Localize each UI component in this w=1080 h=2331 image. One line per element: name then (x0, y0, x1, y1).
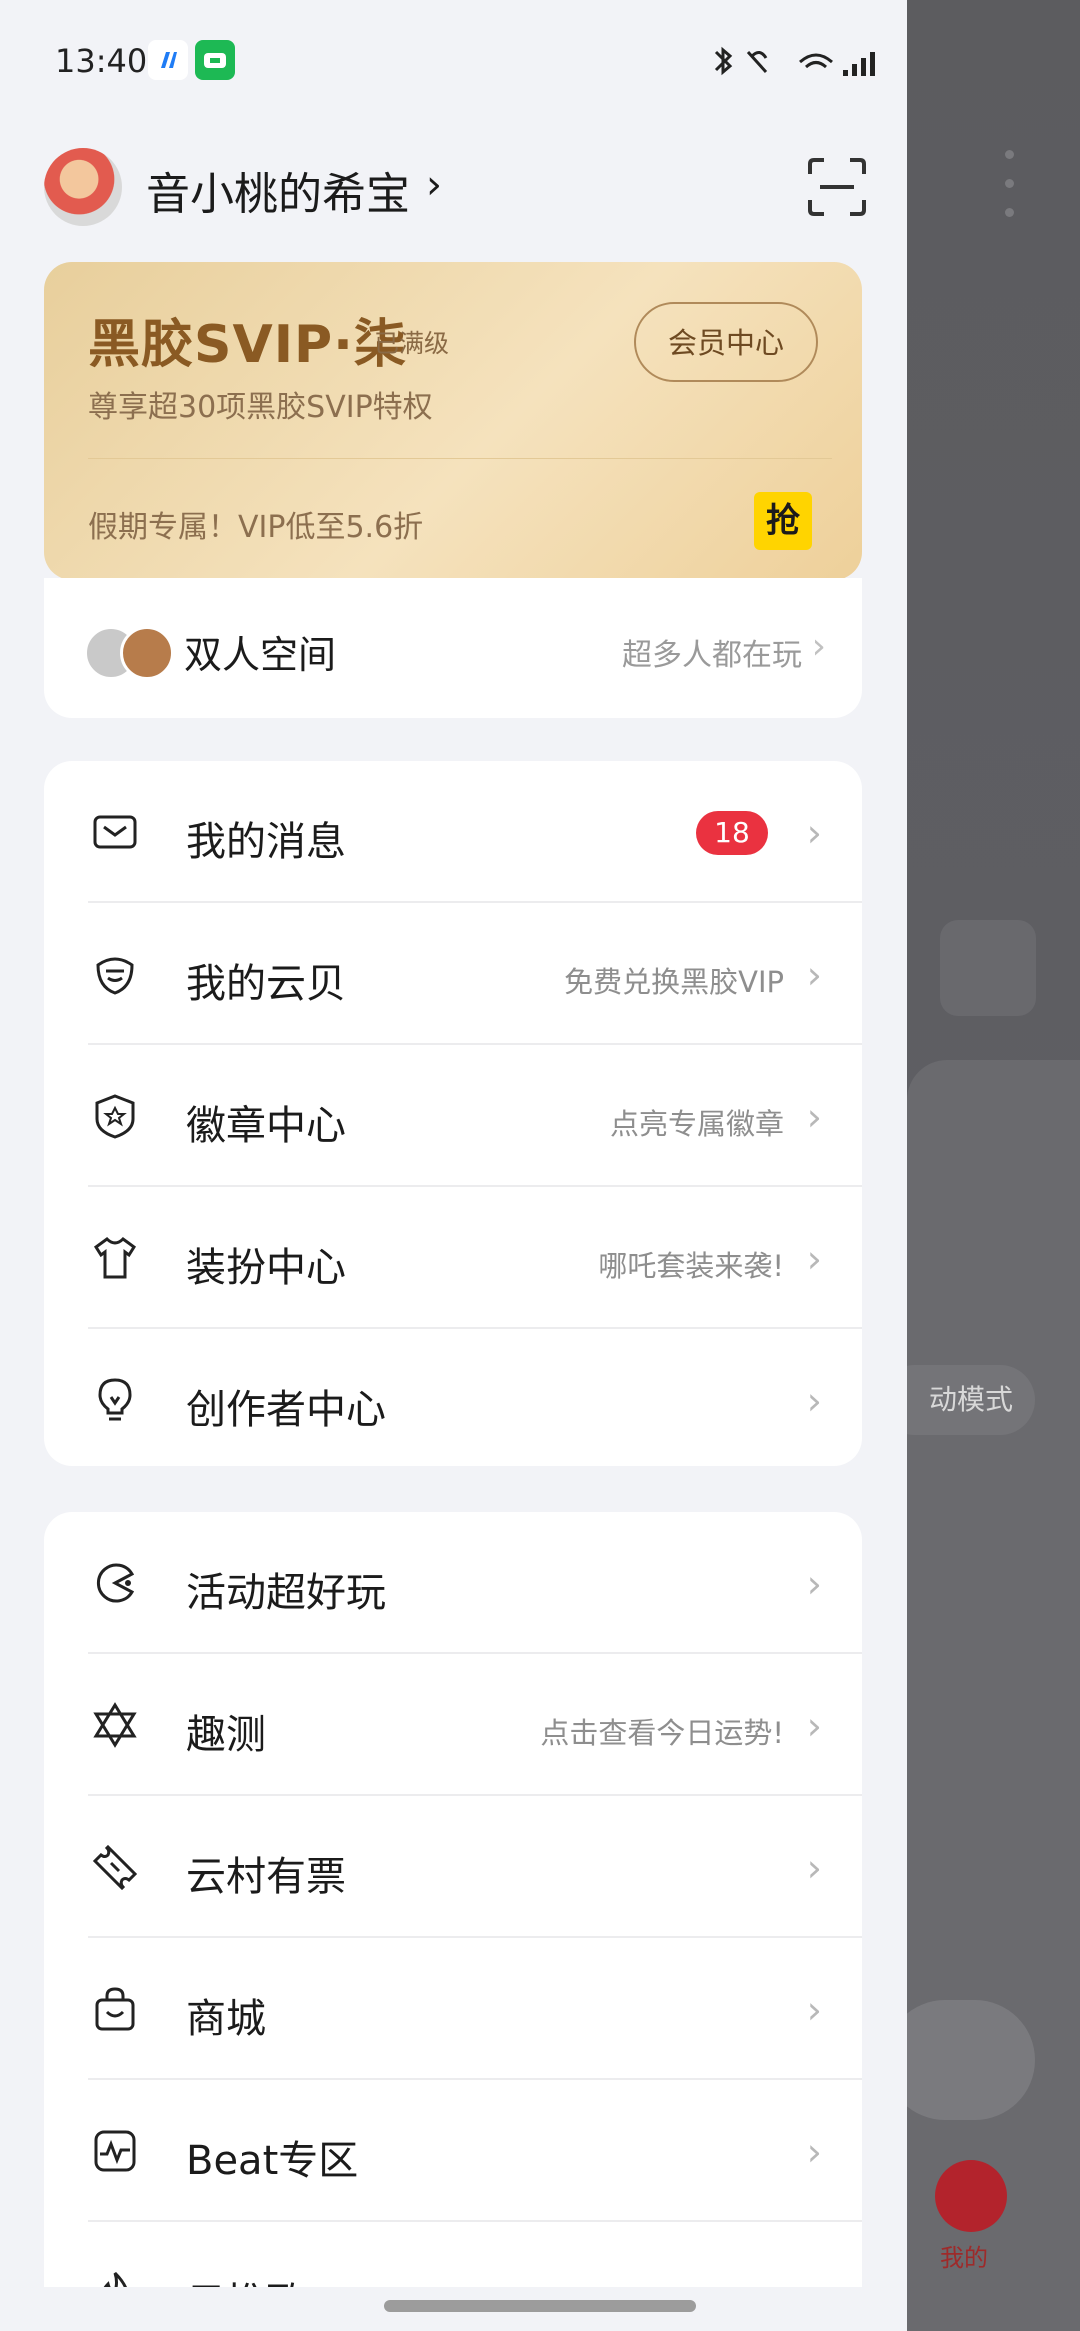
chevron-right-icon: › (806, 1379, 822, 1423)
cloud-shell-icon (96, 957, 134, 995)
menu-item-hint: 点击查看今日运势! (540, 1716, 784, 1750)
menu-group-discover: 活动超好玩 › 趣测 点击查看今日运势! › 云村有票 › 商城 › Beat专… (44, 1512, 862, 2331)
menu-item-label: Beat专区 (186, 2138, 359, 2184)
status-time: 13:40 (55, 42, 148, 80)
tab-mine-label: 我的 (940, 2244, 988, 2272)
more-dots-icon (1005, 150, 1015, 220)
badge-shield-icon (95, 1094, 135, 1139)
duo-space-hint: 超多人都在玩 (622, 638, 802, 673)
playlist-button (885, 2000, 1035, 2120)
beat-icon (94, 2130, 136, 2172)
vip-card[interactable]: 黑胶SVIP·柒 已满级 尊享超30项黑胶SVIP特权 会员中心 假期专属！VI… (44, 262, 862, 580)
menu-item-mall[interactable]: 商城 › (44, 1938, 862, 2080)
chevron-right-icon: › (806, 1562, 822, 1606)
duo-avatars-icon (80, 616, 174, 680)
chevron-right-icon: › (806, 1237, 822, 1281)
chevron-right-icon: › (806, 1846, 822, 1890)
menu-item-badges[interactable]: 徽章中心 点亮专属徽章 › (44, 1045, 862, 1187)
menu-item-hint: 哪吒套装来袭! (598, 1249, 784, 1283)
profile-header[interactable]: 音小桃的希宝 › (44, 148, 874, 226)
app-notification-icon (195, 40, 235, 80)
menu-item-label: 徽章中心 (186, 1103, 346, 1149)
menu-item-label: 趣测 (186, 1712, 266, 1758)
chevron-right-icon: › (806, 1704, 822, 1748)
menu-item-tickets[interactable]: 云村有票 › (44, 1796, 862, 1938)
menu-item-dressup[interactable]: 装扮中心 哪吒套装来袭! › (44, 1187, 862, 1329)
status-bar: 13:40 67 (0, 0, 907, 110)
chevron-right-icon: › (806, 811, 822, 855)
menu-item-label: 云村有票 (186, 1854, 346, 1900)
unread-badge: 18 (696, 811, 768, 855)
menu-group-account: 我的消息 18 › 我的云贝 免费兑换黑胶VIP › 徽章中心 点亮专属徽章 › (44, 761, 862, 1466)
mail-icon (93, 815, 137, 849)
home-indicator[interactable] (384, 2300, 696, 2312)
chevron-right-icon: › (806, 2130, 822, 2174)
ticket-icon (92, 1844, 138, 1890)
vip-divider (88, 458, 832, 459)
menu-item-label: 活动超好玩 (186, 1570, 386, 1616)
tshirt-icon (93, 1237, 137, 1279)
grab-button[interactable]: 抢 (754, 492, 812, 550)
menu-item-hint: 点亮专属徽章 (609, 1107, 784, 1141)
user-avatar[interactable] (44, 148, 122, 226)
side-drawer: 13:40 67 音小桃的希宝 › 黑胶SVIP·柒 (0, 0, 907, 2331)
vip-center-button[interactable]: 会员中心 (634, 302, 818, 382)
menu-item-label: 我的云贝 (186, 961, 346, 1007)
chevron-right-icon: › (806, 1095, 822, 1139)
menu-item-fun-test[interactable]: 趣测 点击查看今日运势! › (44, 1654, 862, 1796)
lightbulb-icon (98, 1378, 132, 1421)
chevron-right-icon: › (426, 162, 442, 208)
menu-item-label: 创作者中心 (186, 1387, 386, 1433)
grid-widget-icon (940, 920, 1036, 1016)
vip-title: 黑胶SVIP·柒 (88, 315, 407, 375)
app-notification-icon (148, 40, 188, 80)
duo-space-title: 双人空间 (184, 633, 337, 677)
menu-item-beat[interactable]: Beat专区 › (44, 2080, 862, 2222)
vip-subtitle: 尊享超30项黑胶SVIP特权 (88, 390, 433, 425)
chevron-right-icon: › (811, 626, 826, 667)
pacman-icon (96, 1563, 135, 1603)
chevron-right-icon: › (806, 953, 822, 997)
menu-item-label: 装扮中心 (186, 1245, 346, 1291)
menu-item-label: 商城 (186, 1996, 266, 2042)
star-of-david-icon (93, 1702, 137, 1748)
menu-item-creator[interactable]: 创作者中心 › (44, 1329, 862, 1471)
background-sheet (907, 1060, 1080, 2331)
system-status-icons (714, 46, 875, 76)
vip-avatar-icon (935, 2160, 1007, 2232)
vip-promo-text[interactable]: 假期专属！VIP低至5.6折 (88, 502, 423, 546)
menu-item-messages[interactable]: 我的消息 18 › (44, 761, 862, 903)
menu-item-cloud-shell[interactable]: 我的云贝 免费兑换黑胶VIP › (44, 903, 862, 1045)
shopping-bag-icon (95, 1987, 135, 2031)
menu-item-label: 我的消息 (186, 819, 346, 865)
duo-space-row[interactable]: 双人空间 超多人都在玩 › (44, 578, 862, 718)
scan-icon[interactable] (806, 156, 868, 218)
menu-item-hint: 免费兑换黑胶VIP (564, 965, 784, 999)
menu-item-events[interactable]: 活动超好玩 › (44, 1512, 862, 1654)
vip-level-tag: 已满级 (374, 329, 450, 358)
username[interactable]: 音小桃的希宝 (146, 158, 410, 222)
chevron-right-icon: › (806, 1988, 822, 2032)
